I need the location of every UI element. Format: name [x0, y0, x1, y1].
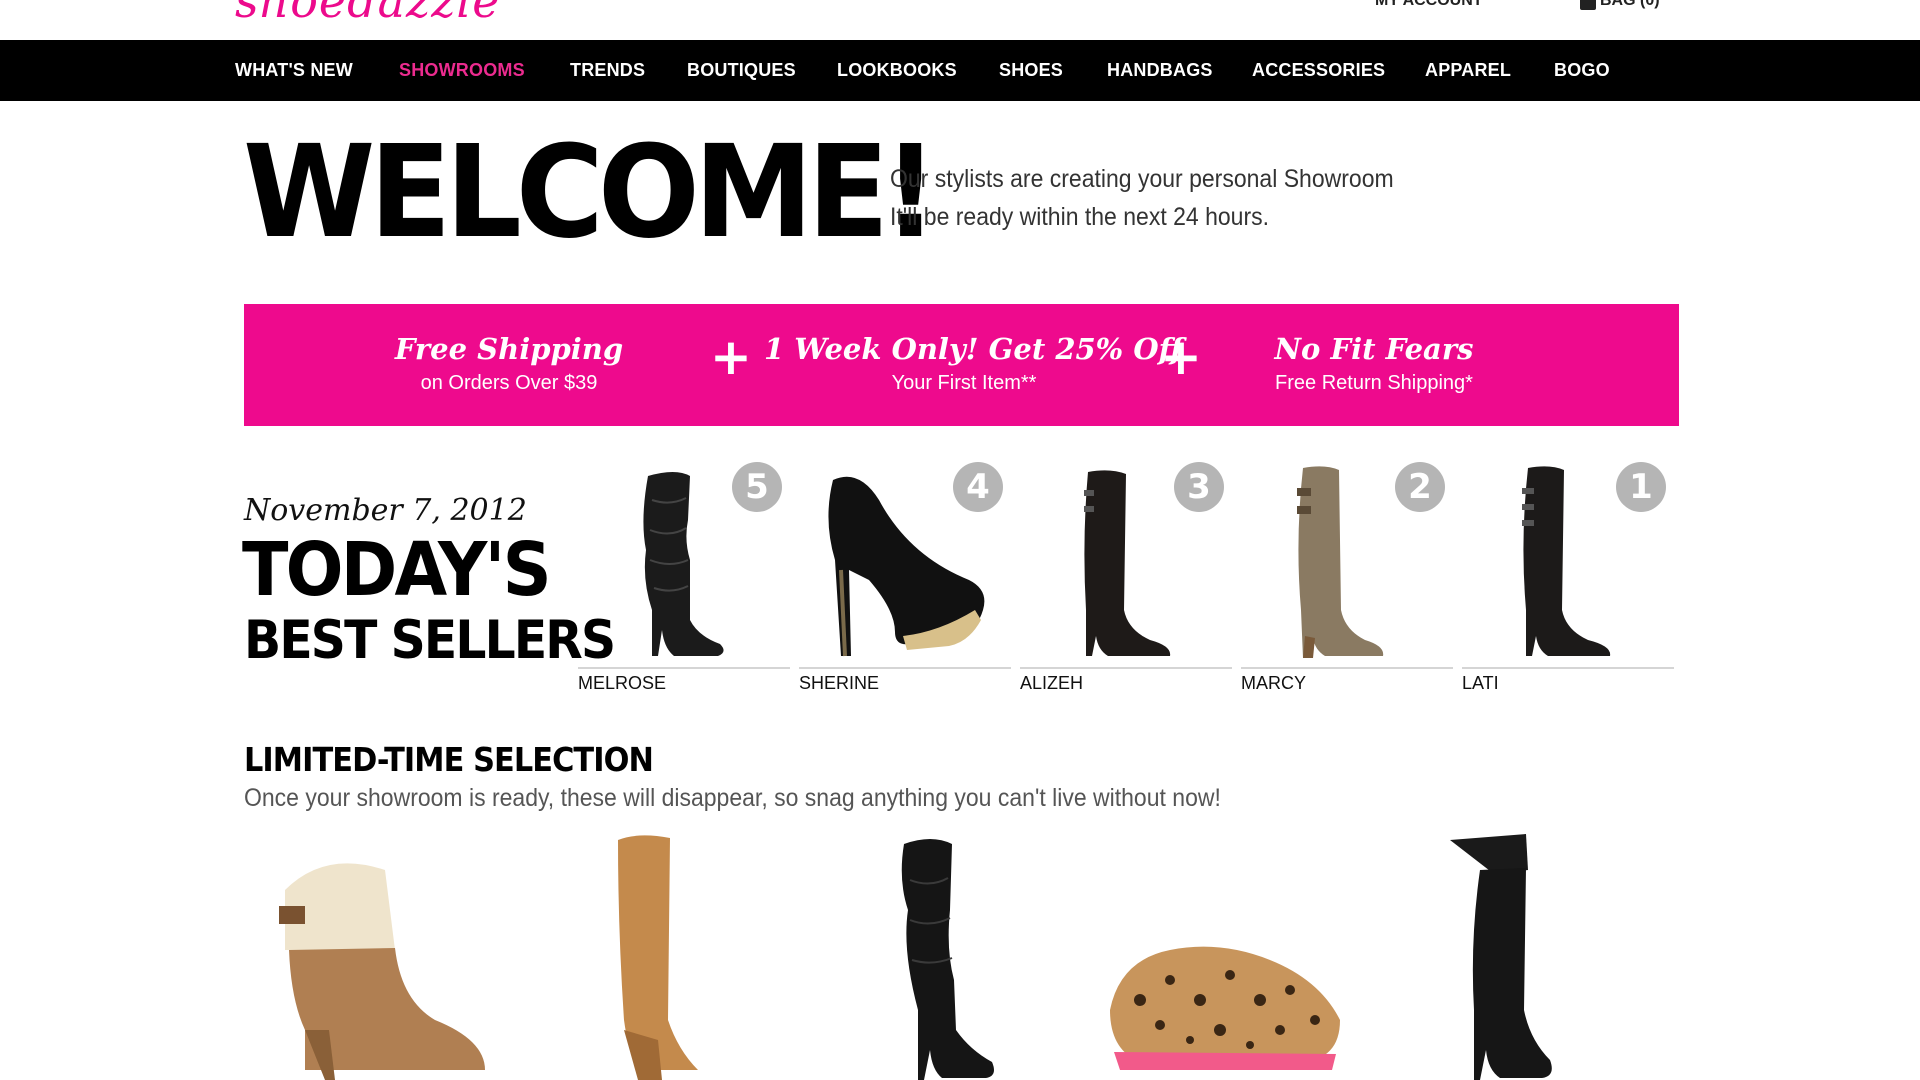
- product-name[interactable]: LATI: [1462, 673, 1499, 694]
- nav-showrooms[interactable]: SHOWROOMS: [399, 40, 525, 101]
- nav-trends[interactable]: TRENDS: [570, 40, 645, 101]
- rank-badge: 2: [1395, 462, 1445, 512]
- product-card-melrose[interactable]: 5 MELROSE: [578, 460, 790, 700]
- top-bar: shoedazzle MY ACCOUNT BAG (0): [0, 0, 1920, 40]
- promo-title: Free Shipping: [394, 332, 624, 366]
- wedge-boot-icon: [618, 835, 698, 1080]
- divider: [1020, 667, 1232, 669]
- nav-apparel[interactable]: APPAREL: [1425, 40, 1511, 101]
- welcome-line-2: It'll be ready within the next 24 hours.: [890, 203, 1269, 231]
- divider: [1241, 667, 1453, 669]
- product-name[interactable]: MELROSE: [578, 673, 666, 694]
- shopping-bag-link[interactable]: BAG (0): [1580, 0, 1660, 10]
- nav-whats-new[interactable]: WHAT'S NEW: [235, 40, 353, 101]
- main-nav: WHAT'S NEW SHOWROOMS TRENDS BOUTIQUES LO…: [0, 40, 1920, 101]
- divider: [799, 667, 1011, 669]
- promo-title: 1 Week Only! Get 25% Off: [764, 332, 1183, 366]
- promo-no-fit-fears: No Fit Fears Free Return Shipping*: [1244, 332, 1504, 395]
- promo-subtitle: Free Return Shipping*: [1275, 372, 1473, 394]
- nav-bogo[interactable]: BOGO: [1554, 40, 1610, 101]
- welcome-heading: WELCOME!: [243, 119, 938, 267]
- bag-label: BAG (0): [1600, 0, 1660, 9]
- promo-subtitle: Your First Item**: [891, 372, 1037, 394]
- product-card-alizeh[interactable]: 3 ALIZEH: [1020, 460, 1232, 700]
- leopard-oxford-icon: [1110, 946, 1340, 1070]
- shearling-bootie-icon: [279, 863, 485, 1080]
- nav-boutiques[interactable]: BOUTIQUES: [687, 40, 796, 101]
- best-sellers-date: November 7, 2012: [244, 493, 527, 528]
- nav-lookbooks[interactable]: LOOKBOOKS: [837, 40, 957, 101]
- bag-icon: [1580, 0, 1596, 10]
- rank-badge: 5: [732, 462, 782, 512]
- promo-free-shipping: Free Shipping on Orders Over $39: [389, 332, 629, 395]
- limited-item-3[interactable]: [880, 830, 1020, 1080]
- product-name[interactable]: SHERINE: [799, 673, 879, 694]
- product-card-marcy[interactable]: 2 MARCY: [1241, 460, 1453, 700]
- over-knee-boot-icon: [1450, 834, 1552, 1080]
- promo-subtitle: on Orders Over $39: [420, 372, 598, 394]
- divider: [578, 667, 790, 669]
- nav-handbags[interactable]: HANDBAGS: [1107, 40, 1213, 101]
- rank-badge: 1: [1616, 462, 1666, 512]
- product-name[interactable]: ALIZEH: [1020, 673, 1083, 694]
- plus-icon: +: [1160, 328, 1202, 386]
- limited-time-subheading: Once your showroom is ready, these will …: [244, 784, 1221, 812]
- promo-banner[interactable]: Free Shipping on Orders Over $39 + 1 Wee…: [244, 304, 1679, 426]
- product-card-lati[interactable]: 1 LATI: [1462, 460, 1674, 700]
- rank-badge: 3: [1174, 462, 1224, 512]
- slouch-boot-icon: [901, 839, 994, 1080]
- limited-item-5[interactable]: [1430, 830, 1580, 1080]
- best-sellers-heading-2: BEST SELLERS: [244, 610, 616, 671]
- shoedazzle-logo[interactable]: shoedazzle: [235, 0, 500, 28]
- limited-item-4[interactable]: [1100, 830, 1350, 1080]
- best-sellers-heading-1: TODAY'S: [242, 527, 552, 613]
- promo-title: No Fit Fears: [1274, 332, 1474, 366]
- limited-item-1[interactable]: [265, 830, 505, 1080]
- welcome-line-1: Our stylists are creating your personal …: [890, 165, 1394, 193]
- limited-item-2[interactable]: [598, 830, 718, 1080]
- nav-accessories[interactable]: ACCESSORIES: [1252, 40, 1385, 101]
- welcome-message: Our stylists are creating your personal …: [890, 160, 1394, 236]
- my-account-link[interactable]: MY ACCOUNT: [1375, 0, 1483, 10]
- product-card-sherine[interactable]: 4 SHERINE: [799, 460, 1011, 700]
- promo-25-off: 1 Week Only! Get 25% Off Your First Item…: [764, 332, 1183, 395]
- rank-badge: 4: [953, 462, 1003, 512]
- divider: [1462, 667, 1674, 669]
- product-name[interactable]: MARCY: [1241, 673, 1306, 694]
- limited-time-heading: LIMITED-TIME SELECTION: [244, 740, 654, 779]
- plus-icon: +: [710, 328, 752, 386]
- nav-shoes[interactable]: SHOES: [999, 40, 1063, 101]
